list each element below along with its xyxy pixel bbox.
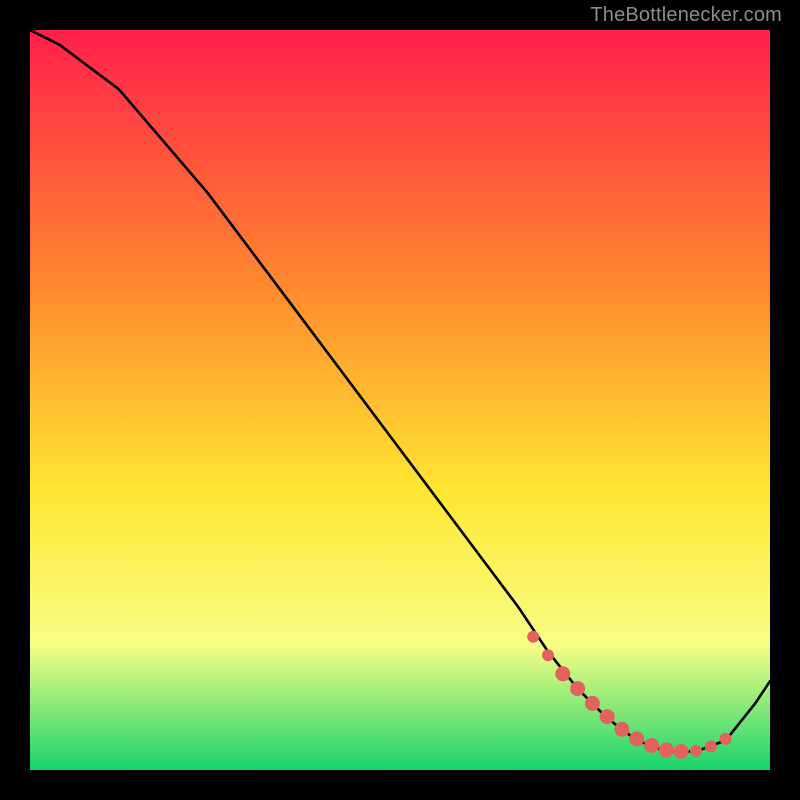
- chart-svg: [30, 30, 770, 770]
- curve-marker: [585, 696, 600, 711]
- chart-stage: TheBottlenecker.com: [0, 0, 800, 800]
- curve-marker: [720, 733, 732, 745]
- curve-marker: [570, 681, 585, 696]
- curve-marker: [555, 666, 570, 681]
- curve-marker: [542, 649, 554, 661]
- chart-background: [30, 30, 770, 770]
- curve-marker: [615, 722, 630, 737]
- attribution-text: TheBottlenecker.com: [590, 4, 782, 27]
- curve-marker: [690, 745, 702, 757]
- curve-marker: [705, 740, 717, 752]
- curve-marker: [629, 731, 644, 746]
- curve-marker: [527, 631, 539, 643]
- curve-marker: [644, 738, 659, 753]
- curve-marker: [600, 709, 615, 724]
- curve-marker: [659, 743, 674, 758]
- plot-area: [30, 30, 770, 770]
- curve-marker: [674, 744, 689, 759]
